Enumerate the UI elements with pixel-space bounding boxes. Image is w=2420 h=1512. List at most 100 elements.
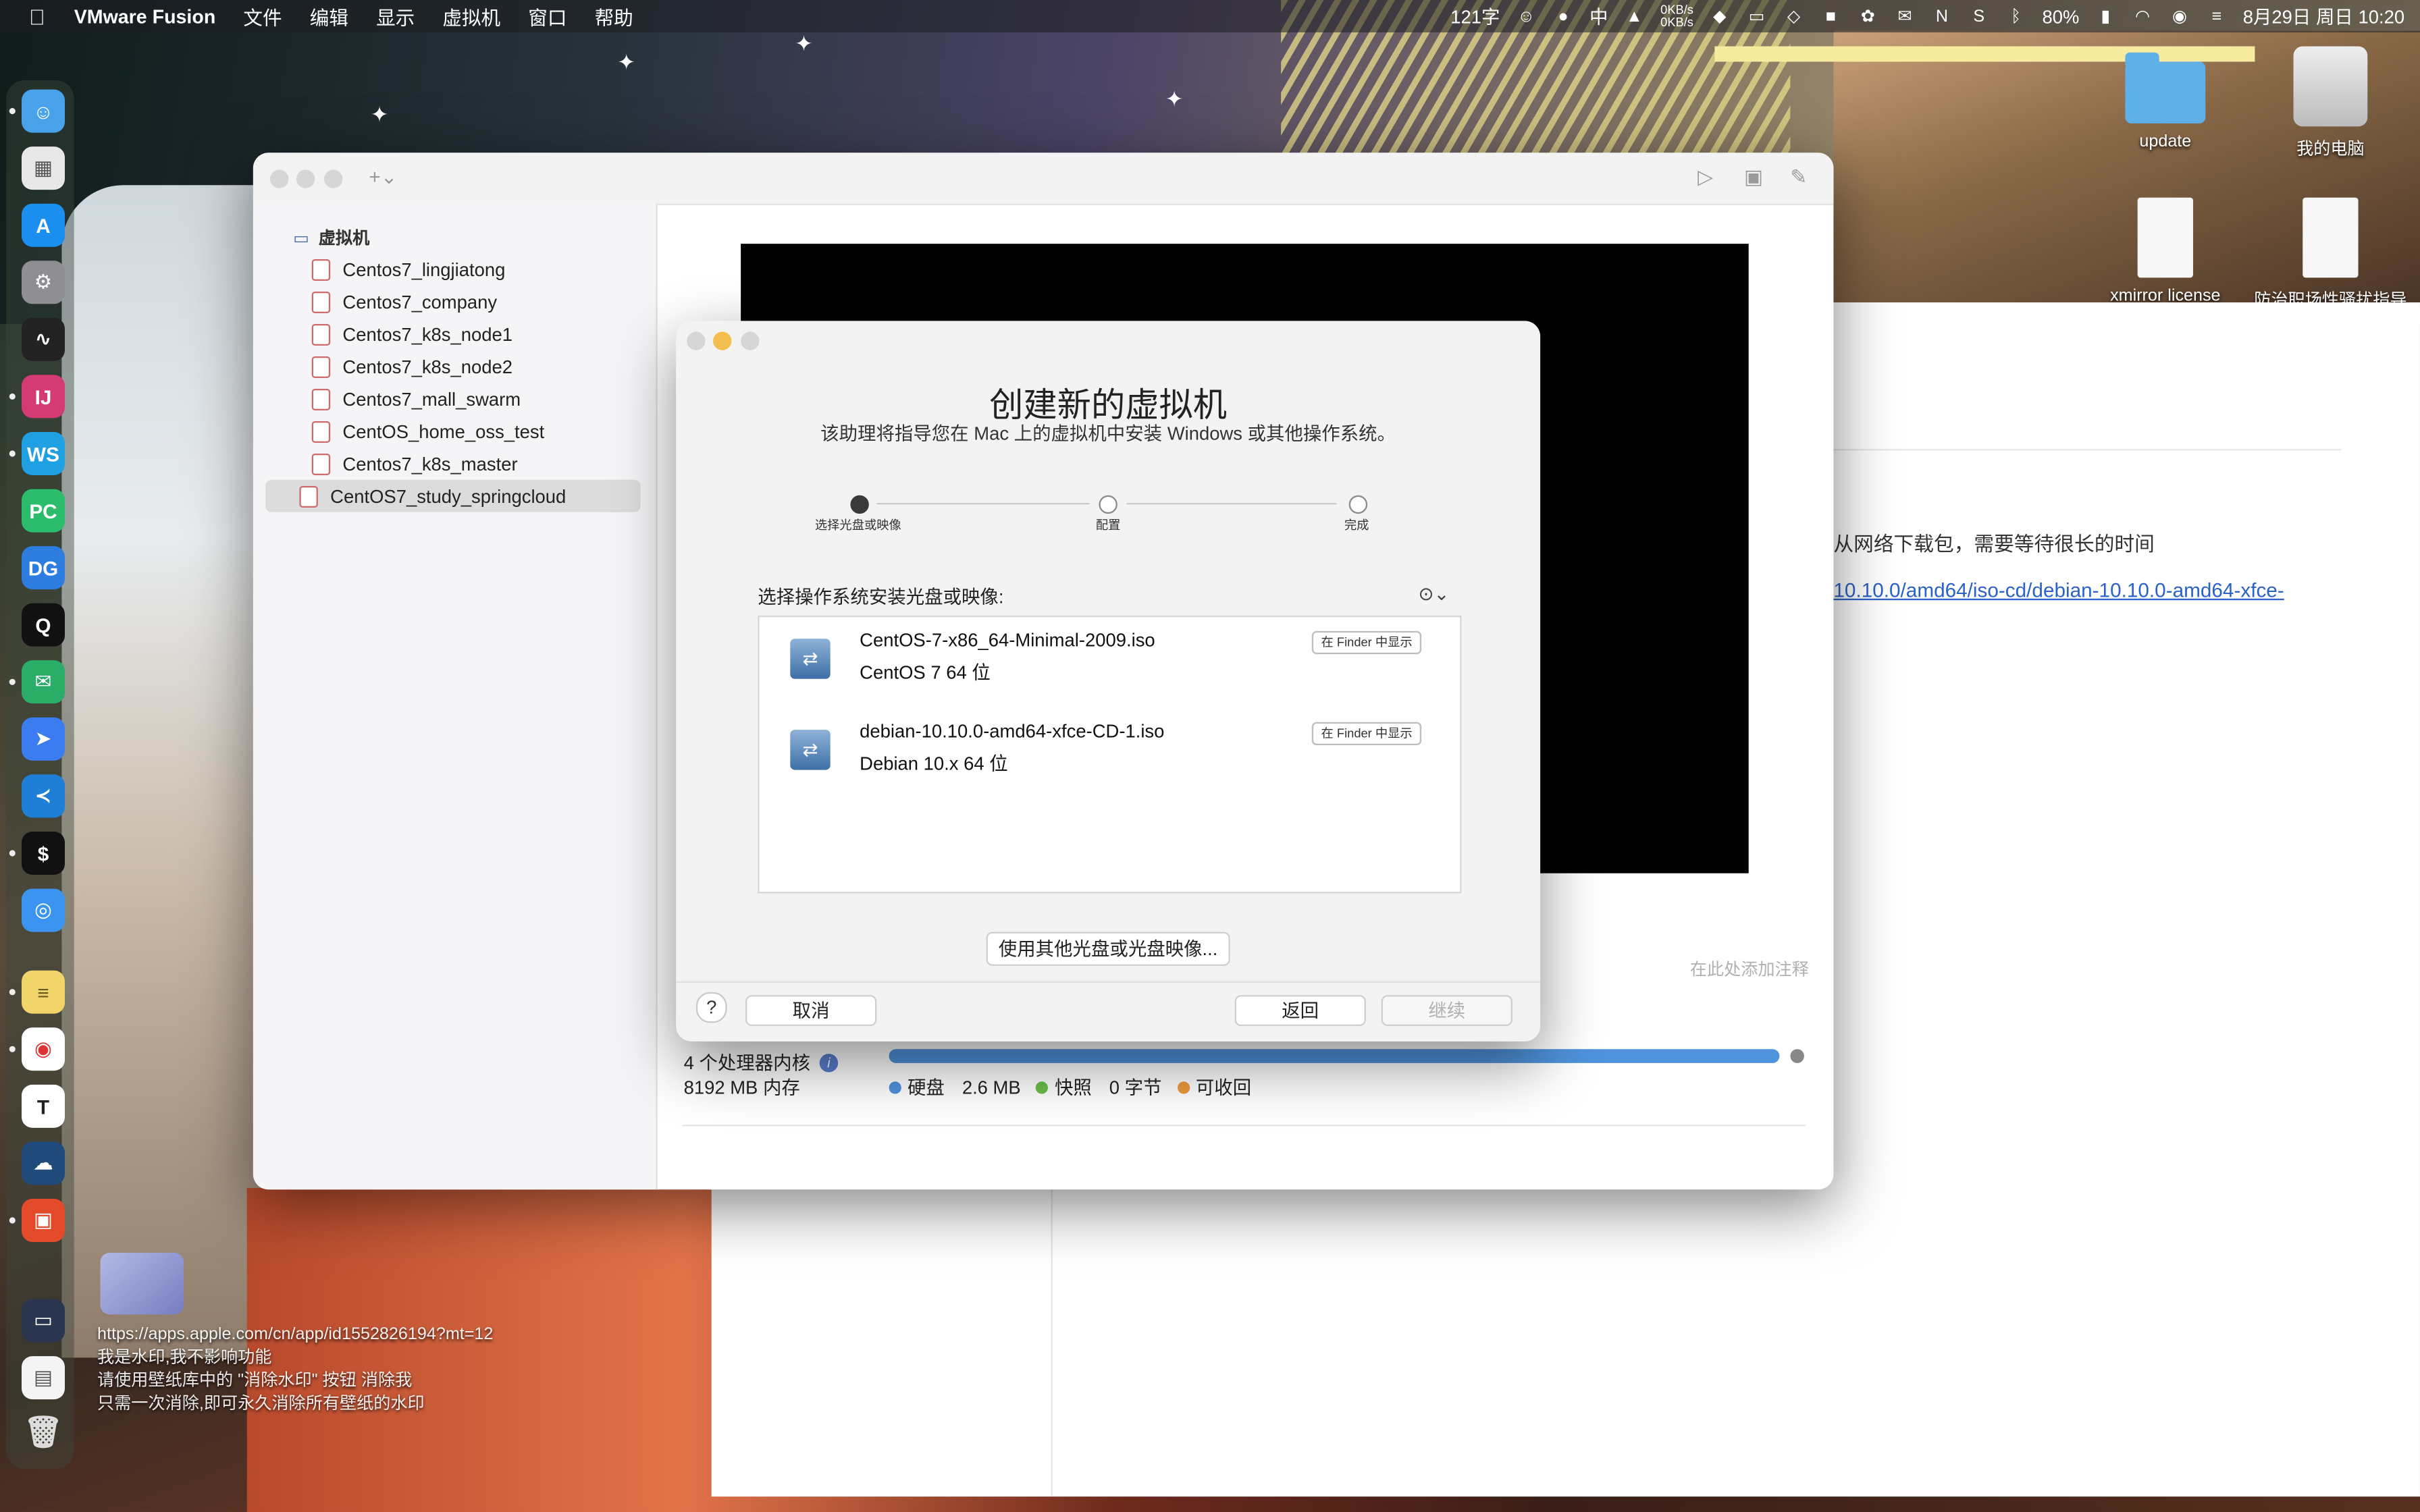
cat-icon[interactable]: ▲ [1623,5,1645,27]
menu-vm[interactable]: 虚拟机 [442,1,500,30]
desktop-item-label: 我的电脑 [2296,140,2365,159]
bluetooth-icon[interactable]: ᛒ [2005,5,2027,27]
close-button[interactable] [687,331,706,350]
minimize-button[interactable] [296,169,315,188]
help-button[interactable]: ? [695,992,727,1023]
iso-os-type: CentOS 7 64 位 [860,662,991,684]
battery-icon[interactable]: ▮ [2095,5,2116,27]
launchpad-icon[interactable]: ▦ [21,146,65,190]
doc-link[interactable]: 10.10.0/amd64/iso-cd/debian-10.10.0-amd6… [1833,578,2284,601]
finder-icon[interactable]: ☺ [21,89,65,133]
docker-icon[interactable]: ◆ [1709,5,1731,27]
typora-icon[interactable]: T [21,1084,65,1128]
app-menu[interactable]: VMware Fusion [74,5,216,27]
desktop-item-my-computer[interactable]: 我的电脑 [2261,46,2400,161]
use-other-disc-button[interactable]: 使用其他光盘或光盘映像... [986,932,1230,966]
sidebar-item-vm[interactable]: Centos7_company [265,286,640,318]
iso-list-item[interactable]: ⇄ debian-10.10.0-amd64-xfce-CD-1.iso Deb… [760,708,1461,785]
zoom-button[interactable] [741,331,760,350]
mic-icon[interactable]: ● [1552,5,1574,27]
memory-info: 8192 MB 内存 [683,1077,800,1099]
emoji-icon[interactable]: ☺ [1515,5,1537,27]
terminal-icon[interactable]: $ [21,831,65,875]
sidebar-item-vm[interactable]: Centos7_k8s_master [265,448,640,480]
safari-icon[interactable]: ◎ [21,888,65,932]
running-indicator [9,1217,16,1224]
sidebar-item-vm[interactable]: Centos7_k8s_node2 [265,350,640,383]
back-button[interactable]: 返回 [1234,995,1366,1026]
iso-list-item[interactable]: ⇄ CentOS-7-x86_64-Minimal-2009.iso CentO… [760,617,1461,694]
desktop-item-xmirror-license[interactable]: xmirror license [2096,197,2235,302]
cpu-label: 4 个处理器内核 [683,1052,811,1074]
trash-icon[interactable]: 🗑 [22,1410,65,1453]
wallpaper-character [61,185,278,1358]
app-status-icon[interactable]: ■ [1820,5,1841,27]
legend-snapshot-value: 0 字节 [1109,1077,1162,1099]
sidebar-item-vm[interactable]: Centos7_mall_swarm [265,383,640,415]
show-in-finder-button[interactable]: 在 Finder 中显示 [1311,630,1422,655]
settings-wrench-icon[interactable]: ✎ [1790,165,1807,190]
activity-monitor-icon[interactable]: ∿ [21,317,65,361]
user-icon[interactable]: ◉ [2169,5,2190,27]
n-icon[interactable]: N [1931,5,1953,27]
iso-filename: CentOS-7-x86_64-Minimal-2009.iso [860,629,1155,651]
notes-field[interactable]: 在此处添加注释 [1690,956,1809,981]
menu-view[interactable]: 显示 [376,1,415,30]
notes-icon[interactable]: ≡ [21,970,65,1014]
input-method[interactable]: 中 [1589,3,1608,30]
system-preferences-icon[interactable]: ⚙ [21,261,65,304]
baidu-netdisk-icon[interactable]: ☁ [21,1141,65,1185]
desktop-item-guide-doc[interactable]: 防治职场性骚扰指导 [2251,197,2411,302]
chatgpt-icon[interactable]: ✿ [1857,5,1878,27]
info-icon[interactable]: i [819,1052,839,1072]
wechat-dock-icon[interactable]: ✉ [21,660,65,704]
webstorm-icon[interactable]: WS [21,431,65,475]
feishu-icon[interactable]: ➤ [21,717,65,761]
menu-help[interactable]: 帮助 [595,1,633,30]
menu-window[interactable]: 窗口 [528,1,567,30]
pycharm-icon[interactable]: PC [21,489,65,533]
s-icon[interactable]: S [1968,5,1990,27]
play-icon[interactable]: ▷ [1698,165,1713,190]
screen-capture-icon[interactable]: ▭ [21,1299,65,1343]
intellij-icon[interactable]: IJ [21,375,65,418]
sidebar-item-vm[interactable]: Centos7_lingjiatong [265,253,640,286]
cube-icon[interactable]: ◇ [1783,5,1805,27]
snapshot-icon[interactable]: ▣ [1744,165,1763,190]
wifi-icon[interactable]: ◠ [2132,5,2153,27]
wechat-icon[interactable]: ✉ [1894,5,1916,27]
add-vm-menu-icon[interactable]: +⌄ [369,165,397,190]
sidebar-group-vms[interactable]: ▭ 虚拟机 [293,225,369,250]
minimize-button[interactable] [712,331,732,350]
running-indicator [9,107,16,115]
show-in-finder-button[interactable]: 在 Finder 中显示 [1311,722,1422,745]
app-store-icon[interactable]: A [21,203,65,247]
sidebar-item-vm[interactable]: CentOS_home_oss_test [265,415,640,448]
cancel-button[interactable]: 取消 [745,995,877,1026]
desktop-highlight-bar [1714,46,2255,62]
battery-percent[interactable]: 80% [2043,5,2080,27]
sidebar-item-vm-selected[interactable]: CentOS7_study_springcloud [265,479,641,512]
iso-filename: debian-10.10.0-amd64-xfce-CD-1.iso [860,720,1165,742]
zoom-button[interactable] [323,169,343,188]
word-count[interactable]: 121字 [1450,3,1500,30]
more-options-icon[interactable]: ⊙⌄ [1419,583,1450,605]
screen-icon[interactable]: ▭ [1746,5,1768,27]
clock[interactable]: 8月29日 周日 10:20 [2243,3,2404,30]
datagrip-icon[interactable]: DG [21,546,65,590]
chrome-icon[interactable]: ◉ [21,1027,65,1071]
vmware-fusion-icon[interactable]: ▣ [21,1198,65,1242]
desktop-item-update[interactable]: update [2096,52,2235,151]
sidebar-item-vm[interactable]: Centos7_k8s_node1 [265,318,640,350]
preview-icon[interactable]: ▤ [21,1356,65,1400]
apple-menu-icon[interactable]:  [0,4,74,29]
menu-edit[interactable]: 编辑 [310,1,348,30]
menu-file[interactable]: 文件 [243,1,282,30]
sidebar-item-label: CentOS7_study_springcloud [330,485,567,507]
continue-button[interactable]: 继续 [1381,995,1512,1026]
vscode-icon[interactable]: ≺ [21,774,65,818]
control-center-icon[interactable]: ≡ [2206,5,2228,27]
close-button[interactable] [269,169,289,188]
qq-icon[interactable]: Q [21,603,65,647]
running-indicator [9,850,16,857]
